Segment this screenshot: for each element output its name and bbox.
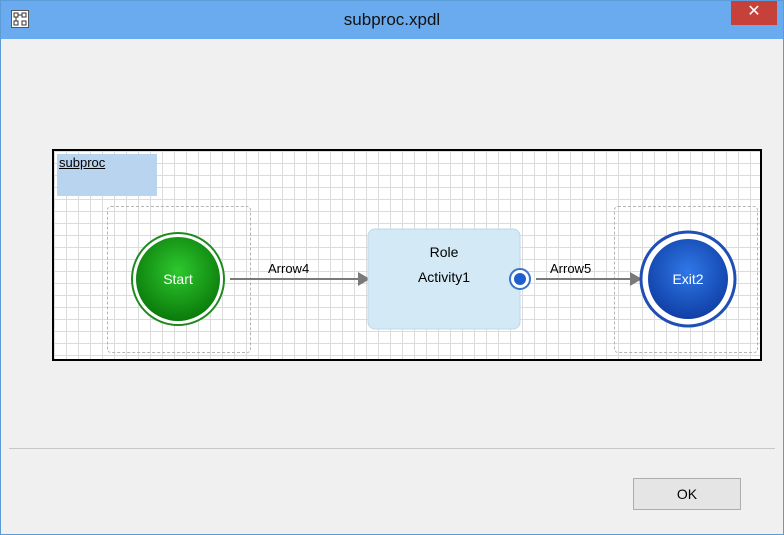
flow-graphic: Arrow4 Arrow5 Start Role Activity1 Exit2: [131, 228, 737, 330]
exit-node-label: Exit2: [672, 271, 703, 287]
footer-separator: [9, 448, 775, 449]
process-diagram-canvas[interactable]: subproc Arrow4 Arrow5 Start Role Activit…: [52, 149, 762, 361]
dialog-window: subproc.xpdl ✕ subproc Arrow4 Arrow5 Sta…: [0, 0, 784, 535]
connection-handle-dot: [514, 273, 526, 285]
title-bar[interactable]: subproc.xpdl ✕: [1, 1, 783, 39]
ok-button[interactable]: OK: [633, 478, 741, 510]
window-title: subproc.xpdl: [343, 10, 441, 29]
activity-name-label: Activity1: [418, 269, 470, 285]
close-button[interactable]: ✕: [731, 1, 777, 25]
activity-role-label: Role: [430, 244, 459, 260]
arrow4-label[interactable]: Arrow4: [268, 261, 309, 276]
arrow5-label[interactable]: Arrow5: [550, 261, 591, 276]
dialog-content: subproc Arrow4 Arrow5 Start Role Activit…: [9, 39, 775, 447]
start-node-label: Start: [163, 271, 193, 287]
